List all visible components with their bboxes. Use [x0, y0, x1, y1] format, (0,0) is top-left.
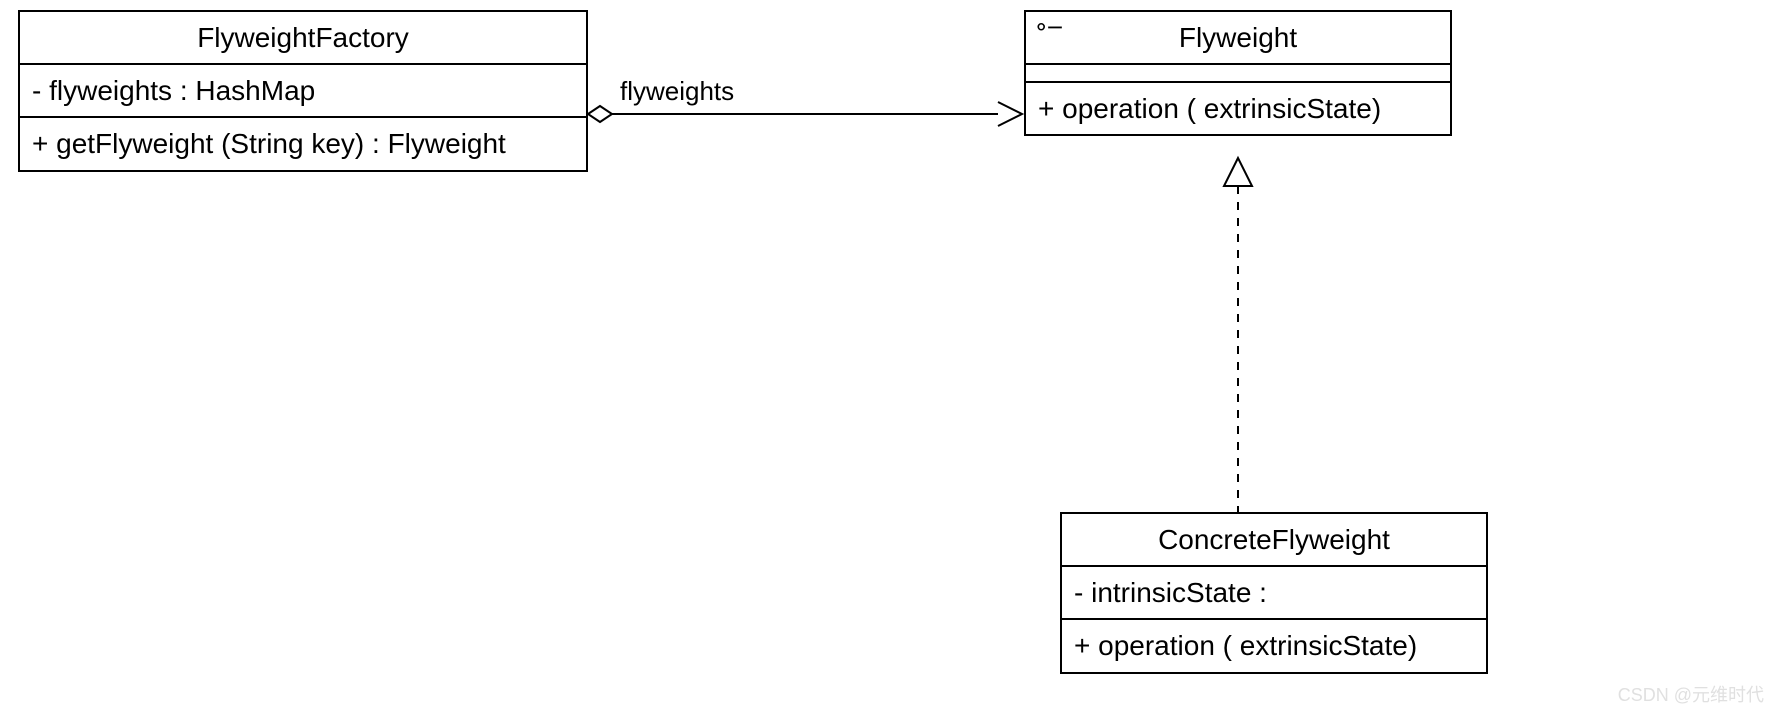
uml-class-flyweight: ⚬─ Flyweight + operation ( extrinsicStat… [1024, 10, 1452, 136]
class-operation: + operation ( extrinsicState) [1062, 620, 1486, 671]
class-attribute: - flyweights : HashMap [20, 65, 586, 118]
lollipop-icon: ⚬─ [1032, 16, 1060, 41]
class-name: Flyweight [1026, 12, 1450, 65]
uml-class-concreteflyweight: ConcreteFlyweight - intrinsicState : + o… [1060, 512, 1488, 674]
uml-class-flyweightfactory: FlyweightFactory - flyweights : HashMap … [18, 10, 588, 172]
diamond-icon [588, 106, 612, 122]
arrowhead-icon [998, 102, 1022, 126]
realization-connector [1210, 158, 1270, 518]
class-operation: + getFlyweight (String key) : Flyweight [20, 118, 586, 169]
class-attributes-empty [1026, 65, 1450, 83]
triangle-icon [1224, 158, 1252, 186]
class-name: ConcreteFlyweight [1062, 514, 1486, 567]
watermark: CSDN @元维时代 [1618, 681, 1764, 707]
aggregation-label: flyweights [620, 76, 734, 107]
class-attribute: - intrinsicState : [1062, 567, 1486, 620]
class-operation: + operation ( extrinsicState) [1026, 83, 1450, 134]
class-name: FlyweightFactory [20, 12, 586, 65]
